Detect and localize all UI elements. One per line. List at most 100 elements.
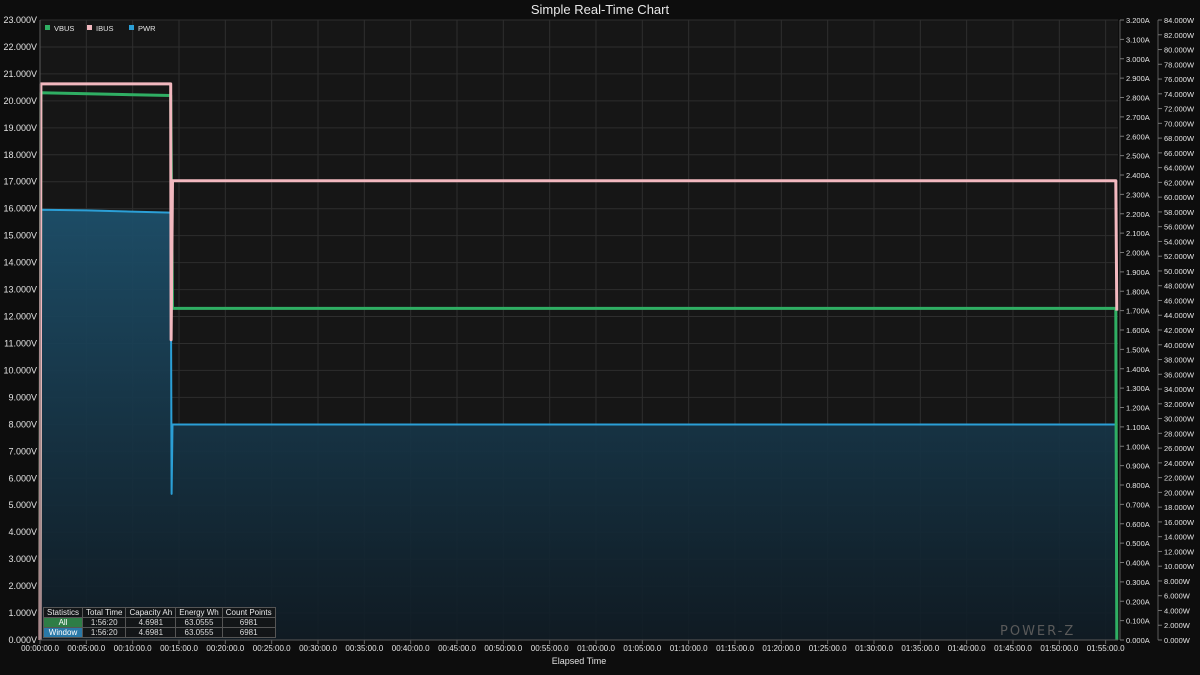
- y-right-power-tick-label: 32.000W: [1164, 400, 1195, 409]
- x-tick-label: 01:30:00.0: [855, 644, 893, 653]
- statistics-cell: 63.0555: [175, 627, 223, 638]
- y-right-power-tick-label: 78.000W: [1164, 60, 1195, 69]
- x-tick-label: 00:45:00.0: [438, 644, 476, 653]
- y-right-power-tick-label: 72.000W: [1164, 105, 1195, 114]
- y-right-power-tick-label: 30.000W: [1164, 415, 1195, 424]
- y-right-current-tick-label: 2.900A: [1126, 74, 1150, 83]
- statistics-row-window: Window 1:56:20 4.6981 63.0555 6981: [42, 627, 276, 638]
- y-right-current-tick-label: 0.300A: [1126, 578, 1150, 587]
- y-left-tick-label: 9.000V: [8, 392, 37, 402]
- y-right-current-tick-label: 2.800A: [1126, 94, 1150, 103]
- y-right-current-tick-label: 0.500A: [1126, 539, 1150, 548]
- x-axis-label: Elapsed Time: [551, 656, 607, 666]
- y-right-power-tick-label: 60.000W: [1164, 193, 1195, 202]
- y-left-tick-label: 3.000V: [8, 554, 37, 564]
- y-right-power-tick-label: 10.000W: [1164, 562, 1195, 571]
- y-left-tick-label: 5.000V: [8, 500, 37, 510]
- y-right-current-tick-label: 1.600A: [1126, 326, 1150, 335]
- legend-swatch-ibus: [87, 25, 92, 30]
- y-right-current-tick-label: 0.700A: [1126, 500, 1150, 509]
- y-right-current-tick-label: 2.500A: [1126, 152, 1150, 161]
- x-tick-label: 01:40:00.0: [948, 644, 986, 653]
- y-right-power-tick-label: 68.000W: [1164, 134, 1195, 143]
- y-left-tick-label: 17.000V: [3, 177, 37, 187]
- y-right-power-tick-label: 6.000W: [1164, 592, 1191, 601]
- y-right-power-tick-label: 24.000W: [1164, 459, 1195, 468]
- statistics-header: Statistics: [42, 607, 84, 618]
- y-left-tick-label: 15.000V: [3, 231, 37, 241]
- y-right-power-tick-label: 16.000W: [1164, 518, 1195, 527]
- y-right-current-tick-label: 1.800A: [1126, 287, 1150, 296]
- y-right-power-tick-label: 62.000W: [1164, 178, 1195, 187]
- x-tick-label: 00:00:00.0: [21, 644, 59, 653]
- y-right-power-tick-label: 12.000W: [1164, 547, 1195, 556]
- statistics-row-all: All 1:56:20 4.6981 63.0555 6981: [42, 617, 276, 628]
- y-right-power-tick-label: 18.000W: [1164, 503, 1195, 512]
- y-right-power-tick-label: 14.000W: [1164, 533, 1195, 542]
- statistics-cell: 1:56:20: [82, 627, 127, 638]
- y-right-current-tick-label: 2.700A: [1126, 113, 1150, 122]
- y-right-current-tick-label: 2.300A: [1126, 190, 1150, 199]
- y-left-tick-label: 7.000V: [8, 446, 37, 456]
- y-right-current-tick-label: 1.100A: [1126, 423, 1150, 432]
- x-tick-label: 01:25:00.0: [809, 644, 847, 653]
- x-tick-label: 00:35:00.0: [345, 644, 383, 653]
- statistics-cell: 6981: [221, 617, 276, 628]
- y-right-power-tick-label: 54.000W: [1164, 237, 1195, 246]
- y-right-current-tick-label: 0.000A: [1126, 636, 1150, 645]
- y-right-power-tick-label: 34.000W: [1164, 385, 1195, 394]
- y-right-current-tick-label: 1.700A: [1126, 307, 1150, 316]
- y-left-tick-label: 10.000V: [3, 365, 37, 375]
- y-right-power-tick-label: 48.000W: [1164, 282, 1195, 291]
- x-tick-label: 00:15:00.0: [160, 644, 198, 653]
- y-right-current-tick-label: 1.300A: [1126, 384, 1150, 393]
- y-left-tick-label: 16.000V: [3, 204, 37, 214]
- y-left-tick-label: 12.000V: [3, 312, 37, 322]
- x-tick-label: 01:15:00.0: [716, 644, 754, 653]
- x-tick-label: 01:35:00.0: [901, 644, 939, 653]
- y-left-tick-label: 21.000V: [3, 69, 37, 79]
- y-left-tick-label: 20.000V: [3, 96, 37, 106]
- y-right-power-tick-label: 4.000W: [1164, 606, 1191, 615]
- statistics-header-row: Statistics Total Time Capacity Ah Energy…: [42, 607, 276, 618]
- y-right-current-tick-label: 2.600A: [1126, 132, 1150, 141]
- x-tick-label: 01:10:00.0: [670, 644, 708, 653]
- y-right-current-tick-label: 1.200A: [1126, 404, 1150, 413]
- y-right-power-tick-label: 26.000W: [1164, 444, 1195, 453]
- statistics-row-label: All: [42, 617, 84, 628]
- y-right-current-tick-label: 0.200A: [1126, 597, 1150, 606]
- y-right-power-tick-label: 38.000W: [1164, 356, 1195, 365]
- y-left-tick-label: 18.000V: [3, 150, 37, 160]
- x-tick-label: 01:00:00.0: [577, 644, 615, 653]
- x-tick-label: 01:55:00.0: [1087, 644, 1125, 653]
- y-right-power-tick-label: 58.000W: [1164, 208, 1195, 217]
- statistics-cell: 63.0555: [175, 617, 223, 628]
- chart-plot: 0.000V1.000V2.000V3.000V4.000V5.000V6.00…: [3, 15, 1195, 653]
- y-right-power-tick-label: 28.000W: [1164, 429, 1195, 438]
- legend-swatch-pwr: [129, 25, 134, 30]
- x-tick-label: 00:10:00.0: [114, 644, 152, 653]
- x-tick-label: 01:20:00.0: [762, 644, 800, 653]
- statistics-header: Total Time: [82, 607, 127, 618]
- y-left-tick-label: 19.000V: [3, 123, 37, 133]
- x-tick-label: 01:50:00.0: [1040, 644, 1078, 653]
- y-right-current-tick-label: 1.500A: [1126, 345, 1150, 354]
- y-right-power-tick-label: 80.000W: [1164, 46, 1195, 55]
- y-right-power-tick-label: 74.000W: [1164, 90, 1195, 99]
- y-right-power-tick-label: 2.000W: [1164, 621, 1191, 630]
- statistics-cell: 1:56:20: [82, 617, 127, 628]
- y-left-tick-label: 22.000V: [3, 42, 37, 52]
- statistics-cell: 4.6981: [125, 627, 177, 638]
- statistics-header: Count Points: [221, 607, 276, 618]
- y-left-tick-label: 8.000V: [8, 419, 37, 429]
- power-z-logo: POWER-Z: [1000, 624, 1076, 639]
- y-right-power-tick-label: 44.000W: [1164, 311, 1195, 320]
- statistics-cell: 4.6981: [125, 617, 177, 628]
- y-left-tick-label: 4.000V: [8, 527, 37, 537]
- y-right-power-tick-label: 42.000W: [1164, 326, 1195, 335]
- y-left-tick-label: 23.000V: [3, 15, 37, 25]
- x-tick-label: 01:05:00.0: [623, 644, 661, 653]
- y-right-current-tick-label: 1.000A: [1126, 442, 1150, 451]
- y-right-current-tick-label: 0.900A: [1126, 462, 1150, 471]
- y-right-power-tick-label: 76.000W: [1164, 75, 1195, 84]
